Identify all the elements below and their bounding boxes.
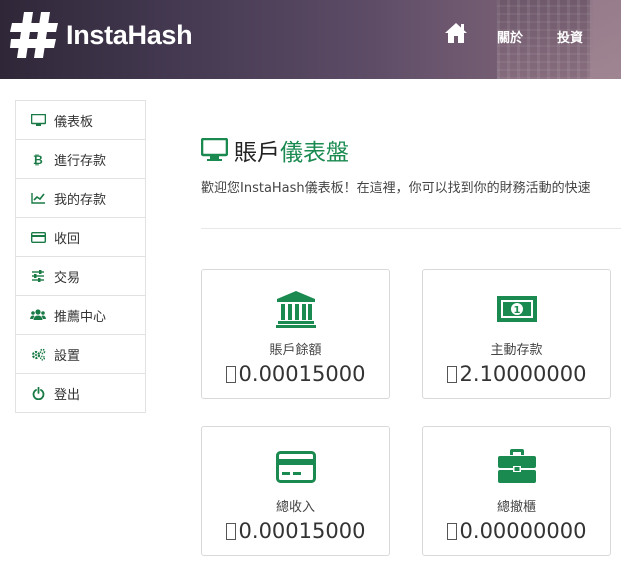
briefcase-icon [497,449,536,483]
sidebar-item-label: 我的存款 [54,192,107,208]
svg-text:1: 1 [513,305,520,316]
stat-card-value: 0.00000000 [423,519,610,543]
sidebar-item-label: 進行存款 [54,153,107,169]
brand-name: InstaHash [66,19,193,50]
page-title: 賬戶 儀表盤 [201,133,349,167]
sidebar-item-transactions[interactable]: 交易 [16,257,145,296]
svg-text:₿: ₿ [33,153,43,166]
brand-logo[interactable]: InstaHash [10,12,193,58]
monitor-icon [201,138,228,161]
divider [201,228,621,229]
sidebar-item-label: 登出 [54,387,81,403]
stat-card-total-income: 總收入 0.00015000 [201,426,390,556]
sliders-icon [32,270,44,282]
sidebar-item-make-deposit[interactable]: ₿ 進行存款 [16,140,145,179]
sidebar-item-dashboard[interactable]: 儀表板 [16,101,145,140]
page-title-accent: 儀表盤 [280,140,349,166]
header-background-building [590,0,621,79]
sidebar-item-label: 交易 [54,270,81,286]
currency-symbol-icon [225,523,236,540]
sidebar-item-label: 儀表板 [54,114,94,130]
stat-card-label: 賬戶餘額 [269,343,322,358]
money-icon: 1 [496,296,537,322]
stat-card-value: 0.00015000 [202,519,389,543]
sidebar-item-label: 推薦中心 [54,309,107,325]
page-title-plain: 賬戶 [234,140,280,166]
stat-card-value: 2.10000000 [423,362,610,386]
sidebar-item-label: 收回 [54,231,81,247]
gears-icon [31,348,45,361]
monitor-icon [30,113,46,126]
stat-card-label: 總收入 [275,500,315,515]
stat-card-total-withdrawn: 總撤櫃 0.00000000 [422,426,611,556]
nav-link-about[interactable]: 關於 [497,27,523,46]
sidebar-item-my-deposits[interactable]: 我的存款 [16,179,145,218]
top-header: InstaHash 關於 投資 [0,0,621,79]
bitcoin-icon: ₿ [33,153,43,166]
currency-symbol-icon [446,366,457,383]
stat-card-label: 總撤櫃 [496,500,536,515]
stat-card-balance: 賬戶餘額 0.00015000 [201,269,390,399]
currency-symbol-icon [225,366,236,383]
stat-card-value: 0.00015000 [202,362,389,386]
sidebar: 儀表板 ₿ 進行存款 我的存款 收回 交易 推薦中心 設置 登出 [15,100,146,413]
line-chart-icon [30,193,45,204]
hash-logo-icon [10,12,58,58]
sidebar-item-logout[interactable]: 登出 [16,374,145,413]
stat-card-active-deposit: 1 主動存款 2.10000000 [422,269,611,399]
welcome-text: 歡迎您InstaHash儀表板！在這裡，你可以找到你的財務活動的快速 [201,181,591,196]
home-icon[interactable] [444,22,468,44]
power-icon [32,386,44,400]
currency-symbol-icon [446,523,457,540]
stat-card-label: 主動存款 [490,343,543,358]
sidebar-item-referrals[interactable]: 推薦中心 [16,296,145,335]
credit-card-icon [30,231,46,243]
nav-link-invest[interactable]: 投資 [557,27,583,46]
users-icon [30,309,46,320]
sidebar-item-settings[interactable]: 設置 [16,335,145,374]
bank-icon [275,291,316,328]
sidebar-item-withdraw[interactable]: 收回 [16,218,145,257]
credit-card-icon [275,451,316,483]
sidebar-item-label: 設置 [54,348,81,364]
